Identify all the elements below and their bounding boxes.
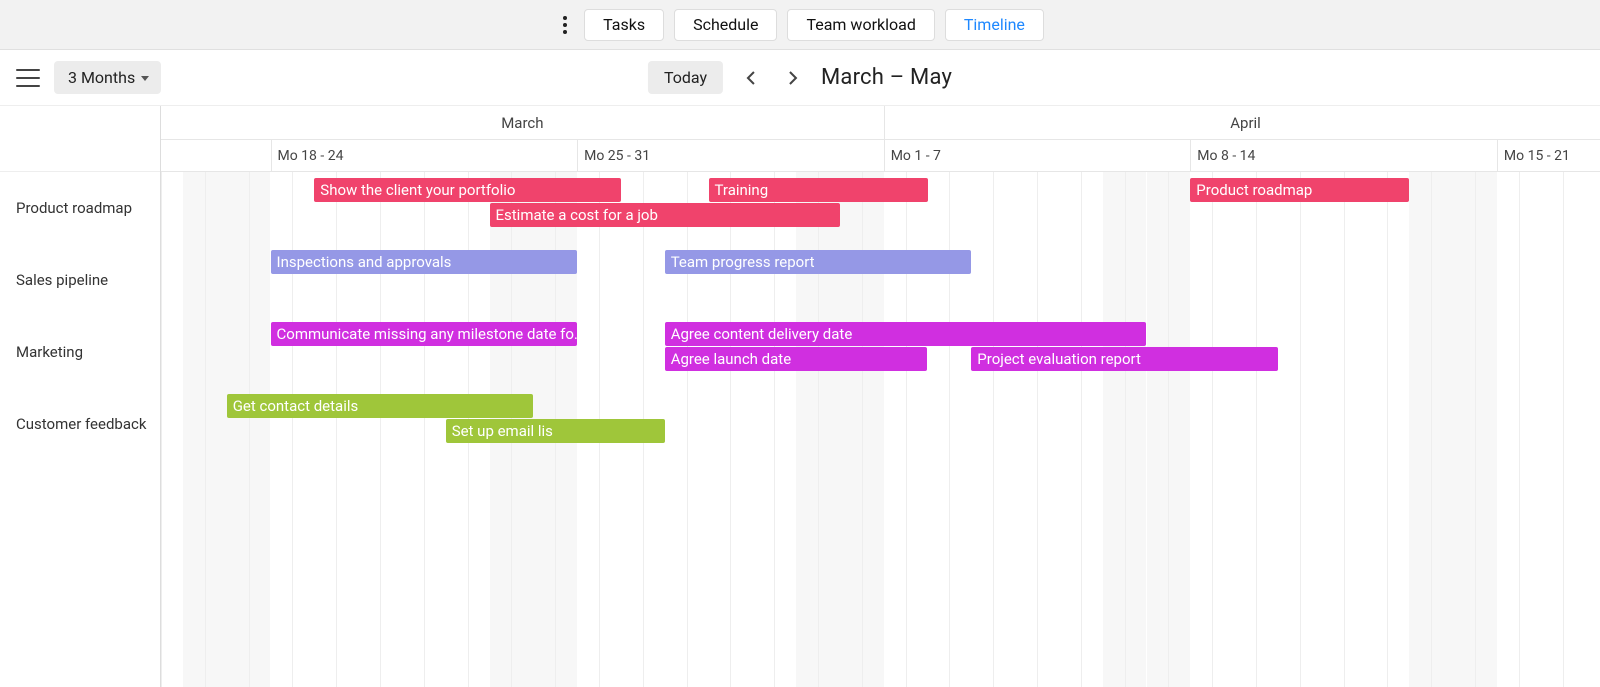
range-select-label: 3 Months	[68, 68, 135, 87]
group-label[interactable]: Sales pipeline	[0, 244, 160, 316]
group-label[interactable]: Customer feedback	[0, 388, 160, 460]
range-title: March – May	[821, 65, 952, 90]
tab-timeline[interactable]: Timeline	[945, 9, 1044, 41]
task-bar[interactable]: Agree launch date	[665, 347, 928, 371]
sidebar-header	[0, 106, 160, 172]
menu-icon[interactable]	[16, 69, 40, 87]
task-bar[interactable]: Get contact details	[227, 394, 534, 418]
task-bar[interactable]: Product roadmap	[1190, 178, 1409, 202]
chevron-down-icon	[141, 76, 149, 81]
month-header: March	[161, 106, 884, 139]
task-bar[interactable]: Communicate missing any milestone date f…	[271, 322, 578, 346]
today-button[interactable]: Today	[648, 61, 723, 94]
week-header[interactable]: Mo 25 - 31	[577, 140, 884, 171]
task-bar[interactable]: Agree content delivery date	[665, 322, 1147, 346]
month-header: April	[884, 106, 1600, 139]
week-header[interactable]: Mo 18 - 24	[271, 140, 578, 171]
task-bar[interactable]: Training	[709, 178, 928, 202]
task-bar[interactable]: Estimate a cost for a job	[490, 203, 840, 227]
range-select[interactable]: 3 Months	[54, 61, 161, 94]
group-label[interactable]: Marketing	[0, 316, 160, 388]
next-button[interactable]	[779, 64, 807, 92]
tab-tasks[interactable]: Tasks	[584, 9, 664, 41]
week-header[interactable]: Mo 15 - 21	[1497, 140, 1600, 171]
week-header[interactable]: Mo 1 - 7	[884, 140, 1191, 171]
tab-schedule[interactable]: Schedule	[674, 9, 777, 41]
tab-workload[interactable]: Team workload	[787, 9, 934, 41]
prev-button[interactable]	[737, 64, 765, 92]
more-icon[interactable]	[556, 9, 574, 41]
task-bar[interactable]: Inspections and approvals	[271, 250, 578, 274]
task-bar[interactable]: Project evaluation report	[971, 347, 1278, 371]
task-bar[interactable]: Set up email lis	[446, 419, 665, 443]
group-label[interactable]: Product roadmap	[0, 172, 160, 244]
week-header[interactable]: Mo 8 - 14	[1190, 140, 1497, 171]
task-bar[interactable]: Team progress report	[665, 250, 972, 274]
task-bar[interactable]: Show the client your portfolio	[314, 178, 621, 202]
